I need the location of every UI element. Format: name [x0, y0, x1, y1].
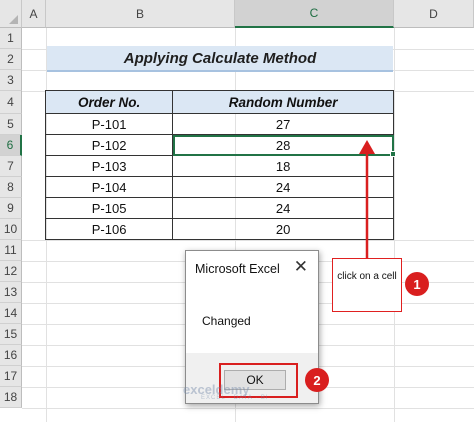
order-cell[interactable]: P-103	[44, 155, 174, 177]
row-header-selected[interactable]: 6	[0, 135, 22, 156]
row-header[interactable]: 7	[0, 156, 22, 177]
select-all-corner[interactable]	[0, 0, 22, 28]
arrow-icon	[359, 140, 375, 258]
close-icon[interactable]: ✕	[294, 257, 308, 277]
sheet-title: Applying Calculate Method	[47, 46, 393, 72]
callout-box: click on a cell	[332, 258, 402, 312]
number-cell[interactable]: 27	[172, 113, 394, 135]
watermark-tagline: EXCEL · DATA · BI	[201, 395, 269, 401]
dialog-message: Changed	[202, 314, 251, 328]
watermark: exceldemy EXCEL · DATA · BI	[183, 382, 269, 401]
order-cell[interactable]: P-104	[44, 176, 174, 198]
table-row: P-105 24	[44, 197, 394, 219]
column-header-b[interactable]: B	[46, 0, 235, 28]
row-header[interactable]: 4	[0, 91, 22, 114]
column-header-d[interactable]: D	[394, 0, 474, 28]
fill-handle[interactable]	[390, 151, 396, 157]
order-cell[interactable]: P-106	[44, 218, 174, 240]
table-row: P-104 24	[44, 176, 394, 198]
column-header-a[interactable]: A	[22, 0, 46, 28]
row-header[interactable]: 12	[0, 261, 22, 282]
order-cell[interactable]: P-101	[44, 113, 174, 135]
column-header-c[interactable]: C	[235, 0, 394, 28]
gridline	[22, 408, 474, 409]
row-header[interactable]: 10	[0, 219, 22, 240]
row-header[interactable]: 18	[0, 387, 22, 408]
dialog-title: Microsoft Excel	[195, 262, 280, 276]
table-row: P-101 27	[44, 113, 394, 135]
header-random-number[interactable]: Random Number	[172, 90, 394, 114]
gridline	[22, 240, 474, 241]
row-header[interactable]: 13	[0, 282, 22, 303]
row-header[interactable]: 17	[0, 366, 22, 387]
row-header[interactable]: 3	[0, 70, 22, 91]
table-row: P-106 20	[44, 218, 394, 240]
row-header[interactable]: 1	[0, 28, 22, 49]
step-badge-1: 1	[405, 272, 429, 296]
header-order-no[interactable]: Order No.	[44, 90, 174, 114]
row-header[interactable]: 16	[0, 345, 22, 366]
data-table: Order No. Random Number P-101 27 P-102 2…	[44, 90, 394, 240]
row-header[interactable]: 11	[0, 240, 22, 261]
table-row: P-103 18	[44, 155, 394, 177]
row-header[interactable]: 15	[0, 324, 22, 345]
gridline	[394, 28, 395, 422]
table-header-row: Order No. Random Number	[44, 90, 394, 114]
row-header[interactable]: 8	[0, 177, 22, 198]
order-cell[interactable]: P-102	[44, 134, 174, 156]
table-row: P-102 28	[44, 134, 394, 156]
row-header[interactable]: 5	[0, 114, 22, 135]
order-cell[interactable]: P-105	[44, 197, 174, 219]
row-header[interactable]: 14	[0, 303, 22, 324]
row-header[interactable]: 9	[0, 198, 22, 219]
row-header[interactable]: 2	[0, 49, 22, 70]
step-badge-2: 2	[305, 368, 329, 392]
